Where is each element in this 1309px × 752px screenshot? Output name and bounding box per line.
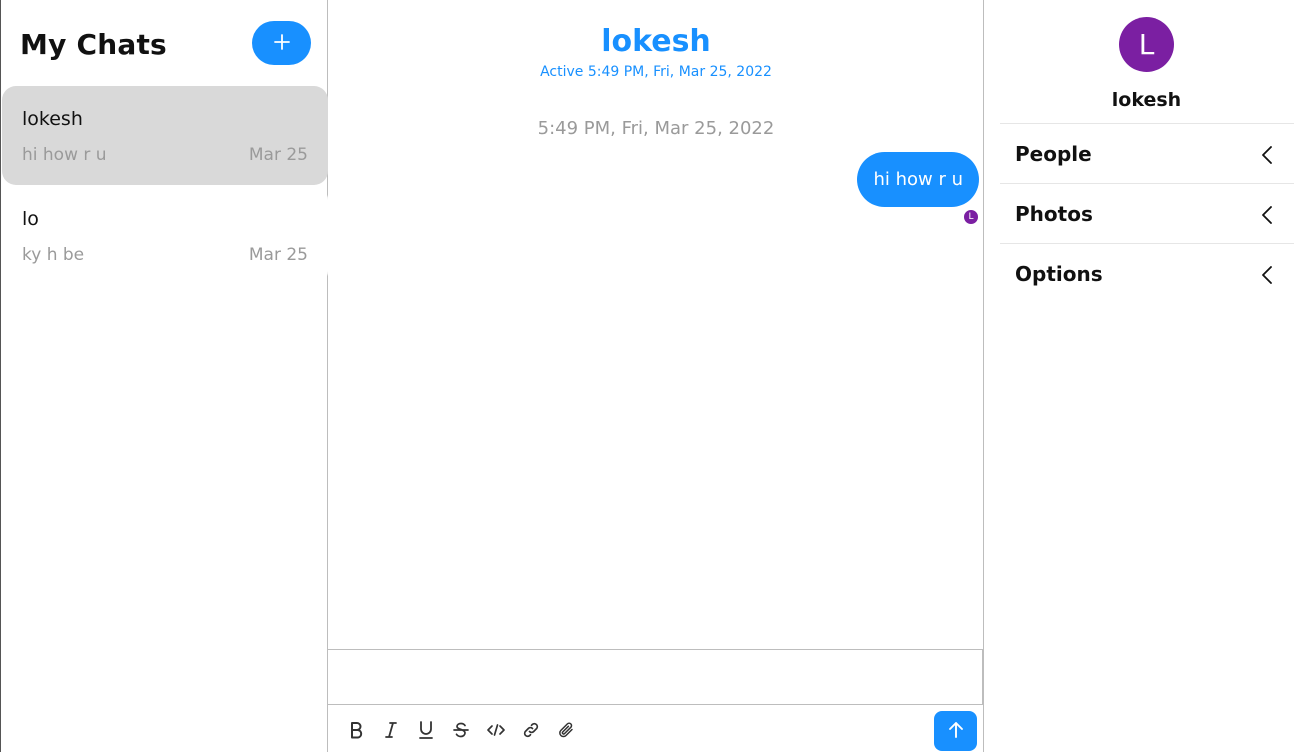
strikethrough-icon (452, 721, 470, 742)
chat-card-name: lo (22, 208, 39, 230)
attachment-button[interactable] (554, 718, 578, 744)
underline-icon (417, 720, 435, 743)
message-bubble-own: hi how r u (857, 152, 979, 207)
code-button[interactable] (484, 718, 508, 744)
profile-name: lokesh (1111, 89, 1182, 111)
bold-button[interactable] (344, 718, 368, 744)
plus-icon (273, 33, 291, 54)
attachment-icon (557, 721, 575, 742)
chat-card-lo[interactable]: lo ky h be Mar 25 (2, 186, 328, 285)
new-chat-button[interactable] (252, 21, 311, 65)
chat-list-title: My Chats (20, 28, 167, 61)
send-button[interactable] (934, 711, 977, 751)
chat-card-date: Mar 25 (248, 145, 308, 165)
chat-card-name: lokesh (22, 108, 83, 130)
avatar: L (1119, 17, 1174, 72)
link-icon (522, 721, 540, 742)
underline-button[interactable] (414, 718, 438, 744)
chevron-left-icon (1260, 145, 1274, 165)
chat-list-header: My Chats (1, 0, 328, 84)
chat-card-date: Mar 25 (248, 245, 308, 265)
bold-icon (348, 721, 364, 742)
message-input[interactable] (328, 649, 983, 705)
read-receipt-avatar: L (963, 209, 979, 225)
arrow-up-icon (947, 720, 965, 743)
chat-list-panel: My Chats lokesh hi how r u Mar 25 lo ky … (0, 0, 328, 752)
composer-toolbar (328, 706, 983, 752)
chat-card-preview: hi how r u (22, 145, 107, 165)
chevron-left-icon (1260, 205, 1274, 225)
italic-button[interactable] (379, 718, 403, 744)
chat-title: lokesh (601, 24, 711, 59)
section-label: People (1015, 142, 1092, 166)
section-people[interactable]: People (1000, 123, 1294, 184)
code-icon (486, 723, 506, 740)
italic-icon (383, 721, 399, 742)
chat-feed-panel: lokesh Active 5:49 PM, Fri, Mar 25, 2022… (328, 0, 984, 752)
chat-card-lokesh[interactable]: lokesh hi how r u Mar 25 (2, 86, 328, 185)
message-timestamp: 5:49 PM, Fri, Mar 25, 2022 (537, 118, 775, 139)
section-label: Photos (1015, 202, 1093, 226)
chat-settings-panel: L lokesh People Photos Options (984, 0, 1309, 752)
link-button[interactable] (519, 718, 543, 744)
chevron-left-icon (1260, 265, 1274, 285)
strikethrough-button[interactable] (449, 718, 473, 744)
chat-active-status: Active 5:49 PM, Fri, Mar 25, 2022 (540, 64, 772, 80)
chat-card-preview: ky h be (22, 245, 85, 265)
section-label: Options (1015, 262, 1103, 286)
chat-app: My Chats lokesh hi how r u Mar 25 lo ky … (0, 0, 1309, 752)
section-options[interactable]: Options (1000, 243, 1294, 304)
section-photos[interactable]: Photos (1000, 183, 1294, 244)
